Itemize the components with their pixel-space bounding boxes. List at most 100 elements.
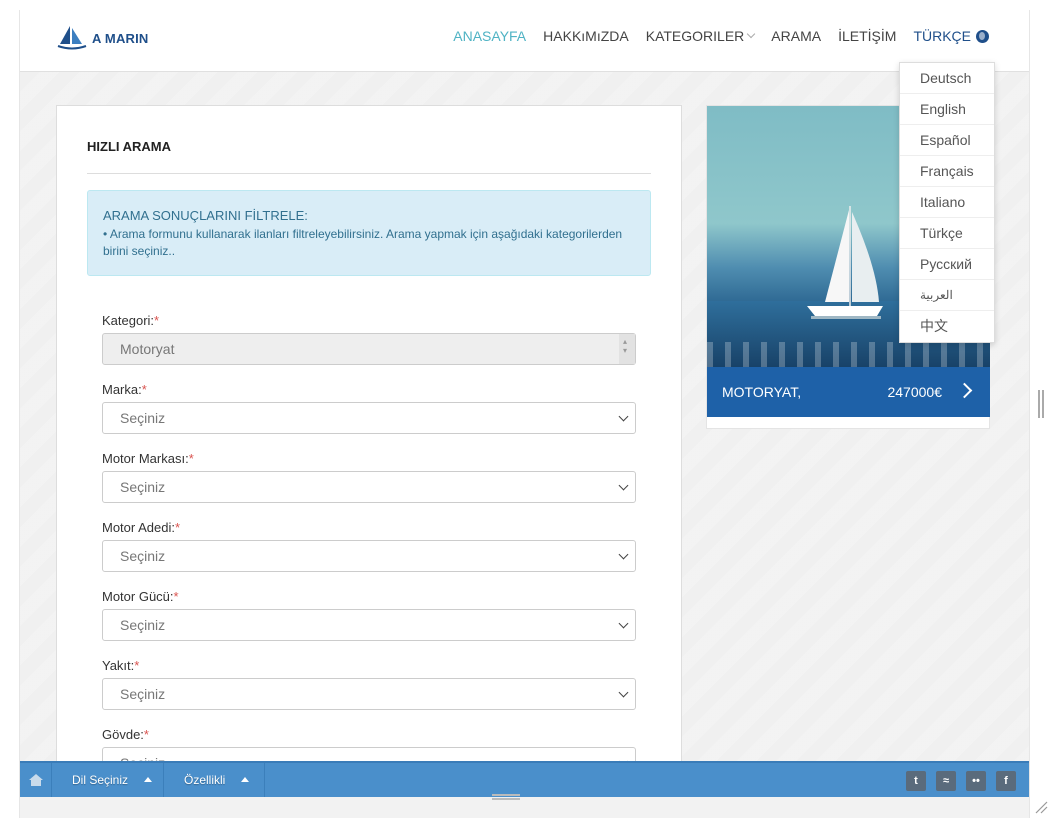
field-label: Gövde:* xyxy=(102,727,636,745)
lang-option-en[interactable]: English xyxy=(900,94,994,125)
nav-language[interactable]: TÜRKÇE xyxy=(913,28,989,44)
label-text: Yakıt: xyxy=(102,658,135,673)
engine-power-select[interactable]: Seçiniz xyxy=(102,609,636,641)
site-logo[interactable]: A MARIN xyxy=(56,24,149,52)
flickr-icon[interactable]: •• xyxy=(966,771,986,791)
lang-option-zh[interactable]: 中文 xyxy=(900,311,994,342)
rss-icon[interactable]: ≈ xyxy=(936,771,956,791)
nav-categories[interactable]: KATEGORILER xyxy=(645,28,756,44)
label-text: Gövde: xyxy=(102,727,144,742)
engine-brand-select[interactable]: Seçiniz xyxy=(102,471,636,503)
side-resize-handle[interactable] xyxy=(1038,390,1044,418)
listing-title: MOTORYAT, xyxy=(722,384,802,400)
info-text: • Arama formunu kullanarak ilanları filt… xyxy=(103,227,623,258)
select-value: Seçiniz xyxy=(120,479,166,495)
field-label: Motor Markası:* xyxy=(102,451,636,469)
globe-icon xyxy=(976,29,989,43)
chevron-down-icon xyxy=(618,687,629,698)
language-select-label: Dil Seçiniz xyxy=(72,773,129,787)
label-text: Motor Adedi: xyxy=(102,520,175,535)
nav-home-label: ANASAYFA xyxy=(453,28,527,44)
facebook-icon[interactable]: f xyxy=(996,771,1016,791)
field-label: Yakıt:* xyxy=(102,658,636,676)
bottom-resize-handle[interactable] xyxy=(492,794,520,800)
triangle-up-icon xyxy=(144,777,152,782)
chevron-down-icon xyxy=(618,549,629,560)
chevron-down-icon xyxy=(618,618,629,629)
page-frame: A MARIN ANASAYFA HAKKıMıZDA KATEGORILER … xyxy=(19,10,1030,818)
facebook-glyph: f xyxy=(1004,775,1008,787)
language-select-button[interactable]: Dil Seçiniz xyxy=(52,763,164,797)
label-text: Motor Markası: xyxy=(102,451,189,466)
twitter-icon[interactable]: t xyxy=(906,771,926,791)
required-marker: * xyxy=(175,520,181,535)
chevron-down-icon xyxy=(618,480,629,491)
chevron-down-icon xyxy=(618,411,629,422)
select-value: Seçiniz xyxy=(120,410,166,426)
features-label: Özellikli xyxy=(184,773,226,787)
home-button[interactable] xyxy=(20,763,52,797)
site-header: A MARIN ANASAYFA HAKKıMıZDA KATEGORILER … xyxy=(20,10,1029,72)
brand-select[interactable]: Seçiniz xyxy=(102,402,636,434)
main-nav: ANASAYFA HAKKıMıZDA KATEGORILER ARAMA İL… xyxy=(436,28,989,44)
nav-about[interactable]: HAKKıMıZDA xyxy=(543,28,629,44)
lang-option-ru[interactable]: Русский xyxy=(900,249,994,280)
field-label: Motor Gücü:* xyxy=(102,589,636,607)
field-label: Motor Adedi:* xyxy=(102,520,636,538)
panel-title: HIZLI ARAMA xyxy=(87,139,172,154)
field-brand: Marka:* Seçiniz xyxy=(102,382,636,434)
required-marker: * xyxy=(141,382,147,397)
field-engine-brand: Motor Markası:* Seçiniz xyxy=(102,451,636,503)
corner-resize-icon[interactable] xyxy=(1034,800,1048,814)
field-fuel: Yakıt:* Seçiniz xyxy=(102,658,636,710)
spinner-icon xyxy=(619,334,635,364)
info-title: ARAMA SONUÇLARINI FİLTRELE: xyxy=(103,208,308,223)
label-text: Kategori: xyxy=(102,313,155,328)
field-category: Kategori:* Motoryat xyxy=(102,313,636,365)
nav-about-label: HAKKıMıZDA xyxy=(543,28,629,44)
nav-home[interactable]: ANASAYFA xyxy=(453,28,526,44)
lang-option-ar[interactable]: العربية xyxy=(900,280,994,311)
category-select[interactable]: Motoryat xyxy=(102,333,636,365)
twitter-glyph: t xyxy=(914,775,918,787)
required-marker: * xyxy=(188,451,194,466)
language-dropdown: Deutsch English Español Français Italian… xyxy=(899,62,995,343)
nav-search[interactable]: ARAMA xyxy=(771,28,821,44)
required-marker: * xyxy=(134,658,140,673)
nav-contact[interactable]: İLETİŞİM xyxy=(838,28,896,44)
triangle-up-icon xyxy=(241,777,249,782)
field-engine-power: Motor Gücü:* Seçiniz xyxy=(102,589,636,641)
info-alert: ARAMA SONUÇLARINI FİLTRELE: • Arama form… xyxy=(87,190,651,276)
lang-option-tr[interactable]: Türkçe xyxy=(900,218,994,249)
quick-search-panel: HIZLI ARAMA ARAMA SONUÇLARINI FİLTRELE: … xyxy=(56,105,682,785)
field-engine-count: Motor Adedi:* Seçiniz xyxy=(102,520,636,572)
select-value: Seçiniz xyxy=(120,686,166,702)
chevron-down-icon xyxy=(747,29,756,39)
rss-glyph: ≈ xyxy=(942,775,950,787)
sailboat-logo-icon xyxy=(57,26,87,50)
nav-language-label: TÜRKÇE xyxy=(913,28,971,44)
home-icon xyxy=(28,774,43,786)
nav-categories-label: KATEGORILER xyxy=(645,28,745,44)
field-label: Kategori:* xyxy=(102,313,636,331)
lang-option-fr[interactable]: Français xyxy=(900,156,994,187)
lang-option-de[interactable]: Deutsch xyxy=(900,63,994,94)
select-value: Seçiniz xyxy=(120,548,166,564)
lang-option-es[interactable]: Español xyxy=(900,125,994,156)
listing-footer[interactable]: MOTORYAT, 247000€ xyxy=(707,367,990,417)
fuel-select[interactable]: Seçiniz xyxy=(102,678,636,710)
required-marker: * xyxy=(143,727,149,742)
divider xyxy=(87,173,651,174)
lang-option-it[interactable]: Italiano xyxy=(900,187,994,218)
required-marker: * xyxy=(154,313,160,328)
label-text: Motor Gücü: xyxy=(102,589,174,604)
bottom-toolbar: Dil Seçiniz Özellikli t ≈ •• f xyxy=(20,761,1029,797)
listing-price: 247000€ xyxy=(887,384,942,400)
label-text: Marka: xyxy=(102,382,142,397)
logo-text: A MARIN xyxy=(92,30,149,46)
field-label: Marka:* xyxy=(102,382,636,400)
engine-count-select[interactable]: Seçiniz xyxy=(102,540,636,572)
features-button[interactable]: Özellikli xyxy=(164,763,265,797)
chevron-right-icon[interactable] xyxy=(956,382,973,399)
required-marker: * xyxy=(173,589,179,604)
